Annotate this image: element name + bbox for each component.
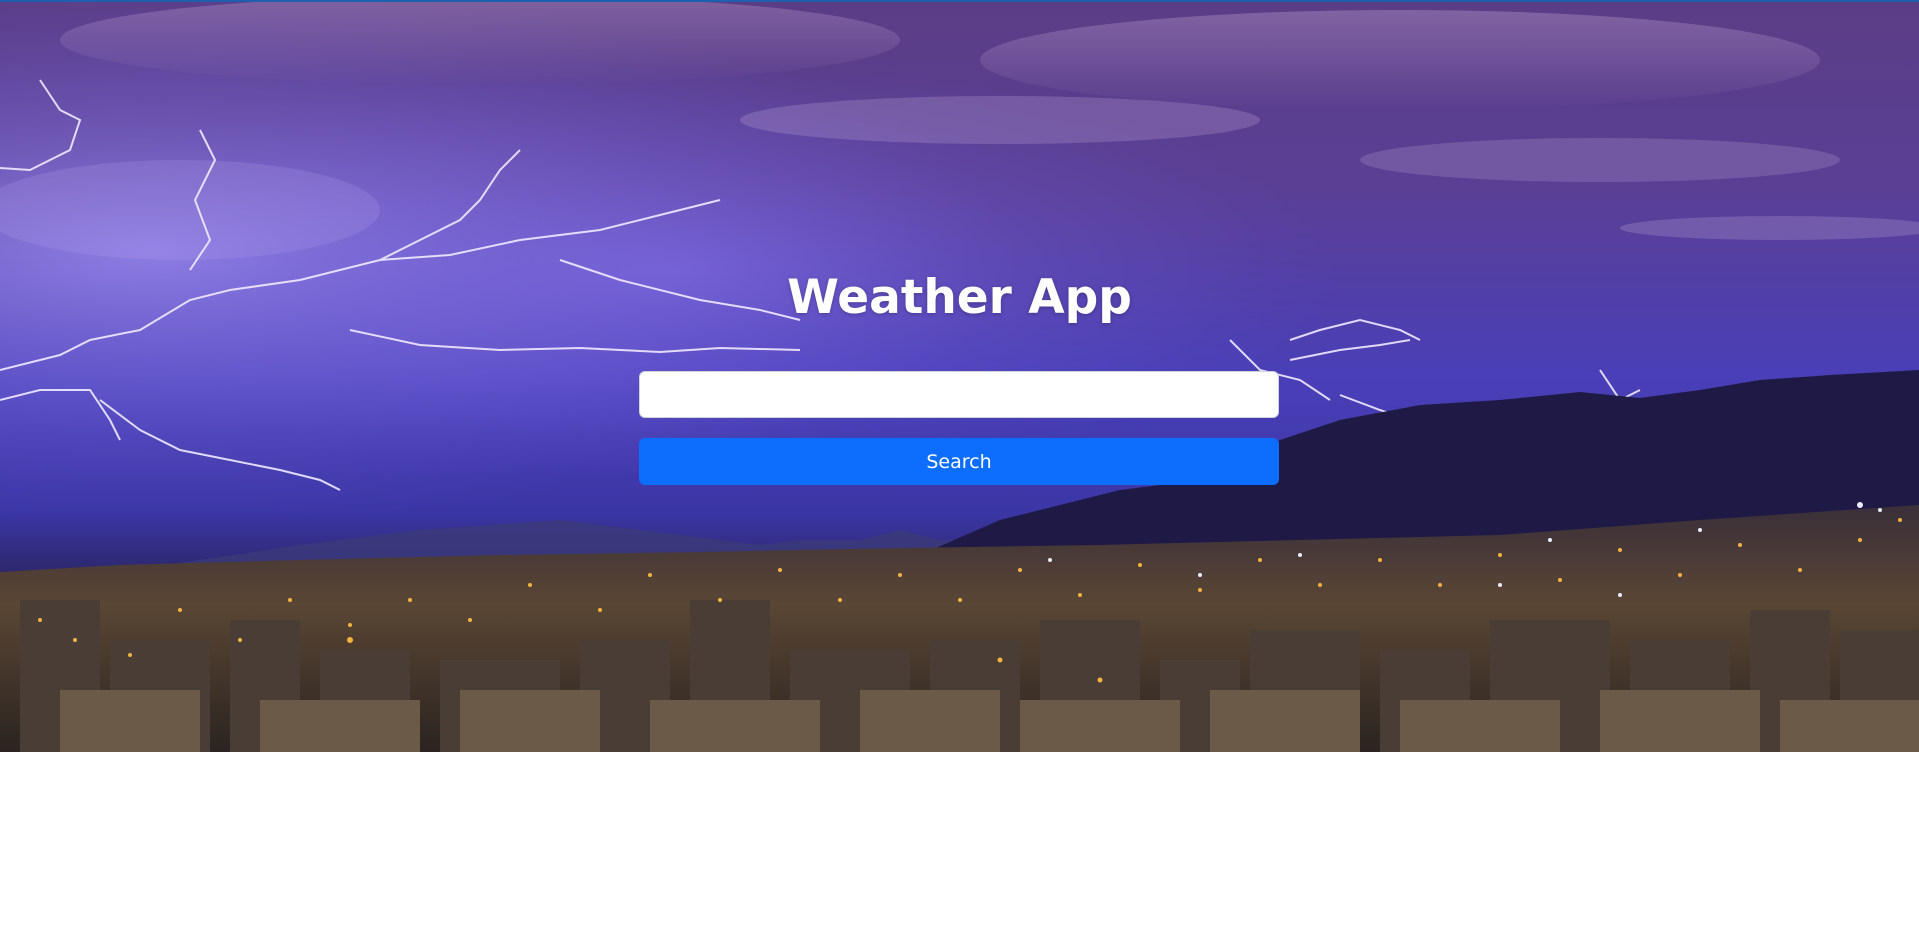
search-input[interactable] — [639, 371, 1279, 418]
hero-section: Weather App Search — [0, 0, 1919, 752]
search-button[interactable]: Search — [639, 438, 1279, 485]
top-accent-line — [0, 0, 1919, 2]
page-title: Weather App — [787, 270, 1132, 325]
hero-content: Weather App Search — [0, 0, 1919, 752]
